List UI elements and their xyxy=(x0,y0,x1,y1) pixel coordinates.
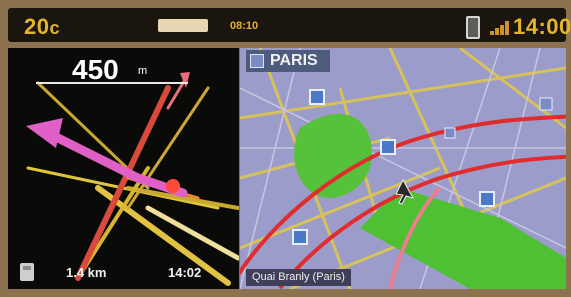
distance-underline xyxy=(36,82,188,84)
map-icon xyxy=(250,53,264,68)
settings-icon[interactable] xyxy=(20,263,34,281)
remaining-distance: 1.4 km xyxy=(66,265,107,280)
mode-indicator[interactable] xyxy=(158,19,208,32)
trip-info-bar: 1.4 km 14:02 xyxy=(16,261,236,285)
temperature-value: 20c xyxy=(24,14,60,40)
map-panel[interactable]: PARIS Quai Branly (Paris) xyxy=(240,48,566,289)
junction-view xyxy=(26,72,239,286)
poi-icon xyxy=(444,127,456,139)
poi-icon xyxy=(380,139,396,155)
city-label: PARIS xyxy=(246,50,330,72)
poi-icon xyxy=(292,229,308,245)
city-name: PARIS xyxy=(270,52,318,69)
secondary-time: 08:10 xyxy=(230,20,259,32)
route-arrow-icon xyxy=(26,118,63,148)
map-canvas[interactable] xyxy=(240,48,566,289)
poi-icon xyxy=(309,89,325,105)
signal-strength-icon xyxy=(490,20,509,35)
current-street: Quai Branly (Paris) xyxy=(246,269,351,286)
maneuver-distance-unit: m xyxy=(138,65,148,77)
poi-icon xyxy=(539,97,553,111)
poi-icon xyxy=(479,191,495,207)
vehicle-position-icon xyxy=(166,179,180,193)
arrival-time: 14:02 xyxy=(168,265,202,280)
phone-icon[interactable] xyxy=(466,16,480,39)
temperature-unit: c xyxy=(49,18,60,38)
clock: 14:00 xyxy=(513,14,571,39)
temperature-number: 20 xyxy=(24,14,50,39)
navigation-screen-frame: 20c 08:10 14:00 450 m 1.4 km 14:02 PARIS… xyxy=(0,0,571,297)
guidance-panel: 450 m 1.4 km 14:02 xyxy=(8,48,239,289)
status-bar: 20c 08:10 14:00 xyxy=(8,8,571,42)
